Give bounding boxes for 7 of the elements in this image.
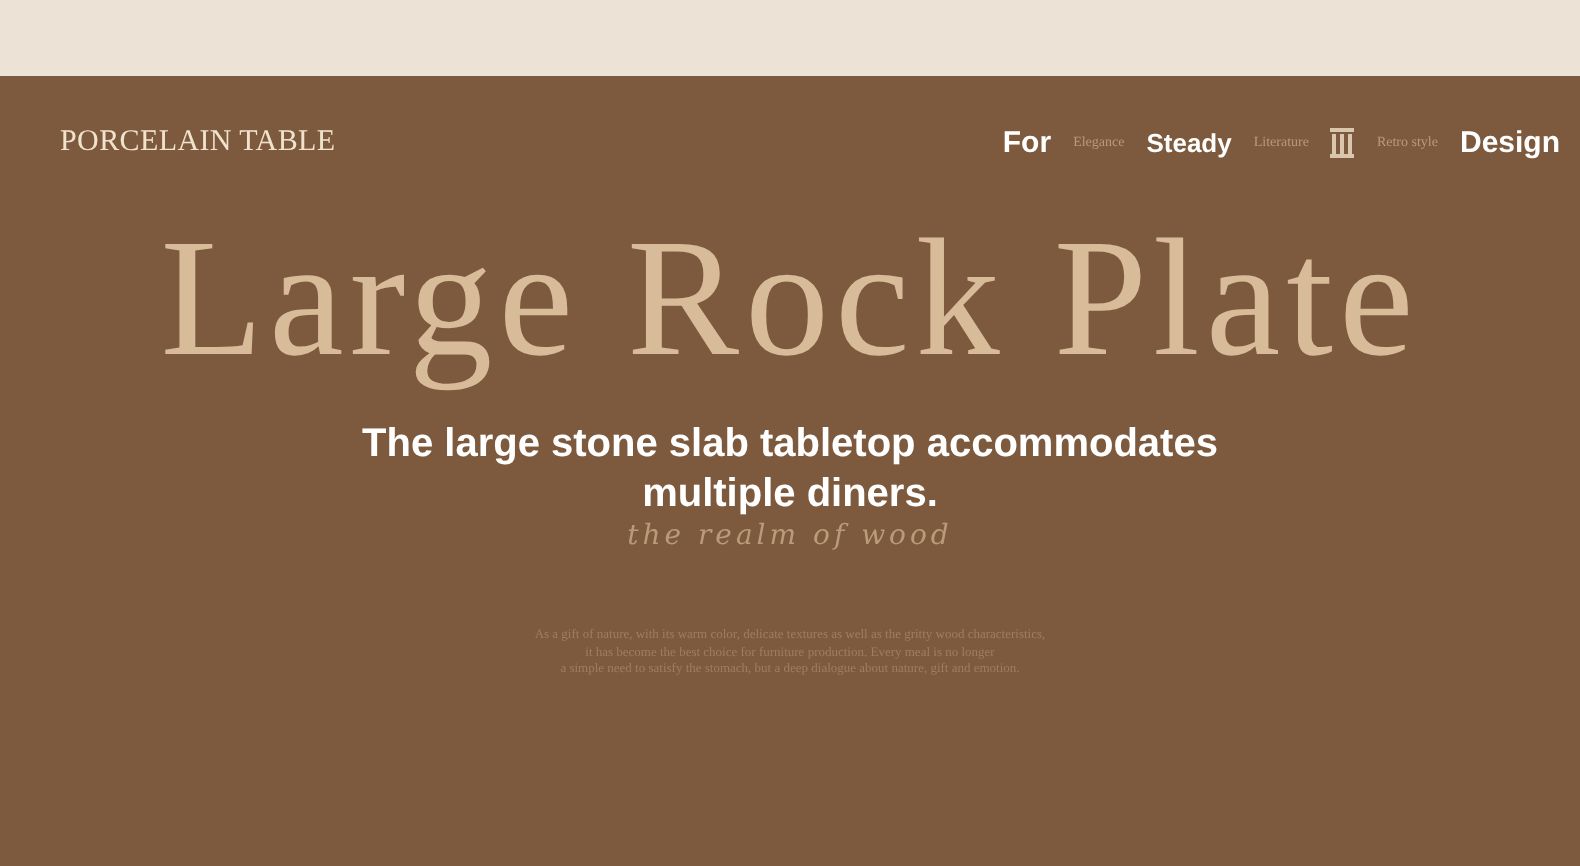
nav-link[interactable]: Steady (1146, 127, 1232, 157)
script-tagline: the realm of wood (627, 520, 953, 552)
hero-subtitle: The large stone slab tabletop accommodates multiple diners. (360, 420, 1220, 520)
pillar-icon[interactable] (1330, 127, 1355, 157)
brand-logo[interactable]: PORCELAIN TABLE (60, 125, 336, 159)
nav-link[interactable]: For (1002, 125, 1052, 159)
nav-link[interactable]: Design (1459, 125, 1560, 159)
